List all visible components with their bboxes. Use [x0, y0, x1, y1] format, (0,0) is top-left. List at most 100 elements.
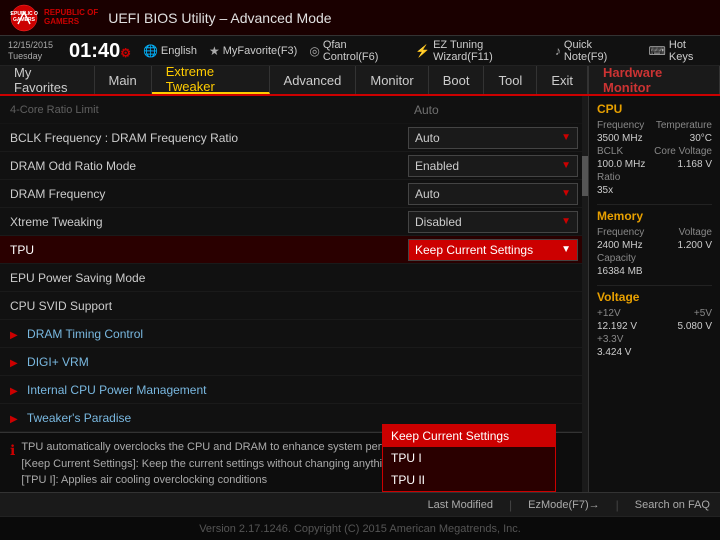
myfavorite-button[interactable]: ★ MyFavorite(F3)	[209, 44, 297, 58]
nav-exit[interactable]: Exit	[537, 66, 588, 94]
sidebar-divider-1	[597, 204, 712, 205]
ez-tuning-button[interactable]: ⚡ EZ Tuning Wizard(F11)	[415, 39, 543, 63]
star-icon: ★	[209, 44, 220, 58]
nav-monitor[interactable]: Monitor	[356, 66, 428, 94]
gear-icon[interactable]: ⚙	[120, 46, 131, 60]
hotkey-icon: ⌨	[649, 44, 666, 58]
cpu-ratio-label: Ratio	[597, 172, 620, 183]
setting-row-dram-timing[interactable]: ▶ DRAM Timing Control	[0, 320, 588, 348]
fan-control-button[interactable]: ◎ Qfan Control(F6)	[309, 39, 403, 63]
setting-value-bclk[interactable]: Auto ▼	[408, 127, 578, 149]
language-selector[interactable]: 🌐 English	[143, 44, 197, 58]
tpu-dropdown-menu[interactable]: Keep Current Settings TPU I TPU II	[382, 424, 556, 492]
setting-row-digi-vrm[interactable]: ▶ DIGI+ VRM	[0, 348, 588, 376]
setting-value-xtreme[interactable]: Disabled ▼	[408, 211, 578, 233]
cpu-corevolt-value: 1.168 V	[678, 159, 712, 170]
expand-arrow-icon: ▶	[10, 358, 18, 369]
dropdown-xtreme[interactable]: Disabled ▼	[408, 211, 578, 233]
mem-volt-label: Voltage	[679, 227, 712, 238]
desc-line-0: TPU automatically overclocks the CPU and…	[21, 439, 430, 456]
info-time: 01:40⚙	[69, 41, 131, 61]
dropdown-dram-odd[interactable]: Enabled ▼	[408, 155, 578, 177]
setting-value-dram-freq[interactable]: Auto ▼	[408, 183, 578, 205]
header-bar: REPUBLIC OF GAMERS REPUBLIC OF GAMERS UE…	[0, 0, 720, 36]
voltage-section: Voltage +12V +5V 12.192 V 5.080 V +3.3V …	[597, 290, 712, 358]
nav-extreme-tweaker[interactable]: Extreme Tweaker	[152, 66, 270, 94]
setting-row-cpu-power[interactable]: ▶ Internal CPU Power Management	[0, 376, 588, 404]
info-day: Tuesday	[8, 51, 42, 62]
quick-note-button[interactable]: ♪ Quick Note(F9)	[555, 39, 637, 63]
nav-boot[interactable]: Boot	[429, 66, 485, 94]
footer-divider: |	[509, 498, 512, 512]
cpu-temp-value: 30°C	[690, 133, 712, 144]
cpu-frequency-values: 3500 MHz 30°C	[597, 133, 712, 144]
nav-my-favorites[interactable]: My Favorites	[0, 66, 95, 94]
info-icon: ℹ	[10, 440, 15, 461]
volt-33v-row-label: +3.3V	[597, 334, 712, 345]
scroll-thumb[interactable]	[582, 156, 588, 196]
memory-section: Memory Frequency Voltage 2400 MHz 1.200 …	[597, 209, 712, 277]
dropdown-arrow: ▼	[561, 244, 571, 255]
nav-advanced[interactable]: Advanced	[270, 66, 357, 94]
volt-33v-value: 3.424 V	[597, 347, 631, 358]
ez-icon: ⚡	[415, 44, 430, 58]
cpu-bclk-row-label: BCLK Core Voltage	[597, 146, 712, 157]
header-title: UEFI BIOS Utility – Advanced Mode	[108, 10, 710, 26]
cpu-bclk-value: 100.0 MHz	[597, 159, 645, 170]
setting-row-dram-odd: DRAM Odd Ratio Mode Enabled ▼	[0, 152, 588, 180]
desc-line-2: [TPU I]: Applies air cooling overclockin…	[21, 472, 430, 489]
dropdown-option-keep[interactable]: Keep Current Settings	[383, 425, 555, 447]
hot-keys-button[interactable]: ⌨ Hot Keys	[649, 39, 712, 63]
dropdown-option-tpu2[interactable]: TPU II	[383, 469, 555, 491]
right-sidebar: CPU Frequency Temperature 3500 MHz 30°C …	[588, 96, 720, 492]
logo: REPUBLIC OF GAMERS REPUBLIC OF GAMERS	[10, 4, 98, 32]
volt-12v-value: 12.192 V	[597, 321, 637, 332]
memory-section-title: Memory	[597, 209, 712, 223]
setting-row-epu: Keep Current Settings TPU I TPU II EPU P…	[0, 264, 588, 292]
sidebar-divider-2	[597, 285, 712, 286]
setting-label-bclk: BCLK Frequency : DRAM Frequency Ratio	[10, 127, 408, 149]
scrollbar[interactable]	[582, 96, 588, 492]
mem-freq-value: 2400 MHz	[597, 240, 643, 251]
dropdown-arrow: ▼	[561, 160, 571, 171]
setting-row-dram-freq: DRAM Frequency Auto ▼	[0, 180, 588, 208]
setting-label-xtreme: Xtreme Tweaking	[10, 211, 408, 233]
note-icon: ♪	[555, 44, 561, 58]
mem-cap-label: Capacity	[597, 253, 636, 264]
volt-12v-row-value: 12.192 V 5.080 V	[597, 321, 712, 332]
mem-cap-value: 16384 MB	[597, 266, 643, 277]
dropdown-dram-freq[interactable]: Auto ▼	[408, 183, 578, 205]
logo-text: REPUBLIC OF GAMERS	[44, 9, 98, 27]
setting-row-tpu: TPU Keep Current Settings ▼	[0, 236, 588, 264]
mem-freq-row-value: 2400 MHz 1.200 V	[597, 240, 712, 251]
cpu-ratio-row-label: Ratio	[597, 172, 712, 183]
info-date: 12/15/2015	[8, 40, 53, 51]
ez-mode-button[interactable]: EzMode(F7)→	[528, 499, 600, 511]
mem-cap-row-label: Capacity	[597, 253, 712, 264]
version-text: Version 2.17.1246. Copyright (C) 2015 Am…	[199, 523, 521, 535]
desc-line-1: [Keep Current Settings]: Keep the curren…	[21, 456, 430, 473]
search-faq-button[interactable]: Search on FAQ	[635, 499, 710, 511]
setting-value-dram-odd[interactable]: Enabled ▼	[408, 155, 578, 177]
setting-label-svid: CPU SVID Support	[10, 295, 408, 317]
expand-arrow-icon: ▶	[10, 386, 18, 397]
mem-volt-value: 1.200 V	[678, 240, 712, 251]
volt-5v-label: +5V	[694, 308, 712, 319]
cpu-freq-value: 3500 MHz	[597, 133, 643, 144]
cpu-frequency-row: Frequency Temperature	[597, 120, 712, 131]
dropdown-bclk[interactable]: Auto ▼	[408, 127, 578, 149]
fan-icon: ◎	[309, 44, 319, 58]
volt-33v-row-value: 3.424 V	[597, 347, 712, 358]
dropdown-option-tpu1[interactable]: TPU I	[383, 447, 555, 469]
dropdown-tpu[interactable]: Keep Current Settings ▼	[408, 239, 578, 261]
setting-value-tpu[interactable]: Keep Current Settings ▼	[408, 239, 578, 261]
nav-main[interactable]: Main	[95, 66, 152, 94]
volt-12v-row-label: +12V +5V	[597, 308, 712, 319]
setting-label-epu: EPU Power Saving Mode	[10, 267, 408, 289]
footer-bar: Last Modified | EzMode(F7)→ | Search on …	[0, 492, 720, 516]
last-modified-button[interactable]: Last Modified	[428, 499, 493, 511]
cpu-bclk-row-value: 100.0 MHz 1.168 V	[597, 159, 712, 170]
mem-cap-row-value: 16384 MB	[597, 266, 712, 277]
volt-12v-label: +12V	[597, 308, 621, 319]
nav-tool[interactable]: Tool	[484, 66, 537, 94]
